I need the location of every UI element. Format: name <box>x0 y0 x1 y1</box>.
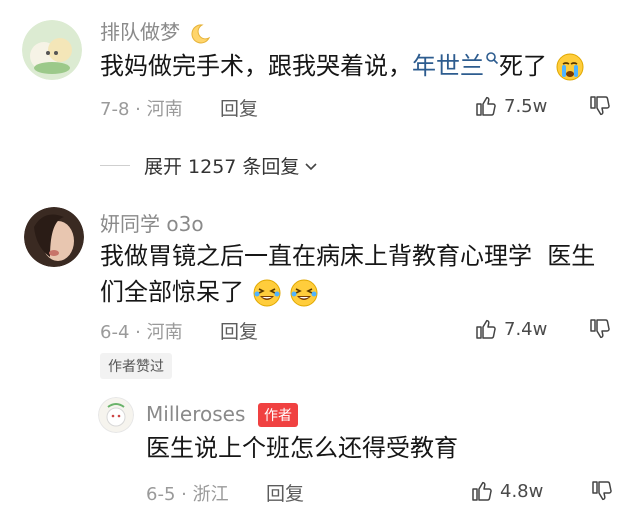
avatar[interactable] <box>98 397 134 433</box>
comment-date-location: 6-5 · 浙江 <box>146 484 229 505</box>
author-badge: 作者 <box>258 403 298 427</box>
author-liked-tag: 作者赞过 <box>100 353 172 379</box>
like-button[interactable]: 7.4w <box>474 317 547 341</box>
comment-text-line2: 们全部惊呆了 <box>100 274 319 310</box>
topic-link[interactable]: 年世兰 <box>412 52 499 80</box>
reply-button[interactable]: 回复 <box>220 317 258 344</box>
username[interactable]: 妍同学 o3o <box>100 208 204 237</box>
thumbs-up-icon <box>476 96 496 116</box>
reply-button[interactable]: 回复 <box>220 94 258 121</box>
thumbs-down-icon <box>590 96 610 116</box>
comment-text-line1: 我做胃镜之后一直在病床上背教育心理学 医生 <box>100 242 596 270</box>
comment-date-location: 7-8 · 河南 <box>100 99 183 120</box>
comment-date-location: 6-4 · 河南 <box>100 322 183 343</box>
comment-text: 我妈做完手术，跟我哭着说，年世兰 死了 <box>100 48 585 84</box>
reply-button[interactable]: 回复 <box>266 479 304 506</box>
dislike-button[interactable] <box>588 317 612 345</box>
like-button[interactable]: 7.5w <box>474 94 547 118</box>
emoji-laughing-icon <box>253 279 281 307</box>
emoji-laughing-icon <box>290 279 318 307</box>
like-button[interactable]: 4.8w <box>470 479 543 503</box>
avatar[interactable] <box>22 20 82 80</box>
dislike-button[interactable] <box>590 479 614 507</box>
username[interactable]: Milleroses <box>146 402 245 426</box>
emoji-crying-icon <box>556 53 584 81</box>
thumbs-up-icon <box>476 319 496 339</box>
chevron-down-icon <box>305 162 318 170</box>
dislike-button[interactable] <box>588 94 612 122</box>
username[interactable]: 排队做梦 <box>100 16 212 46</box>
divider <box>100 165 130 166</box>
moon-icon <box>191 23 211 43</box>
expand-replies-button[interactable]: 展开 1257 条回复 <box>100 152 319 179</box>
avatar[interactable] <box>24 207 84 267</box>
thumbs-down-icon <box>590 319 610 339</box>
reply-text: 医生说上个班怎么还得受教育 <box>146 434 458 462</box>
thumbs-down-icon <box>592 481 612 501</box>
thumbs-up-icon <box>472 481 492 501</box>
search-icon <box>486 52 499 65</box>
